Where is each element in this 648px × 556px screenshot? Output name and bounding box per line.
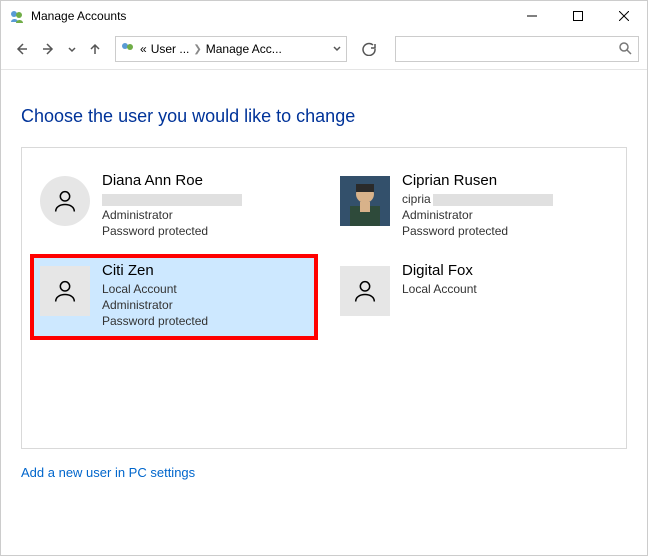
account-info: Ciprian Rusen cipria Administrator Passw… — [402, 172, 553, 242]
accounts-panel: Diana Ann Roe Administrator Password pro… — [21, 147, 627, 449]
content-area: Choose the user you would like to change… — [1, 70, 647, 490]
search-icon[interactable] — [618, 41, 632, 58]
search-input[interactable] — [402, 41, 618, 57]
account-name: Digital Fox — [402, 262, 477, 279]
up-button[interactable] — [83, 37, 107, 61]
forward-button[interactable] — [37, 37, 61, 61]
account-protection: Password protected — [102, 313, 208, 329]
account-card-selected[interactable]: Citi Zen Local Account Administrator Pas… — [34, 258, 314, 336]
search-box[interactable] — [395, 36, 639, 62]
account-info: Citi Zen Local Account Administrator Pas… — [102, 262, 208, 332]
minimize-button[interactable] — [509, 1, 555, 31]
account-name: Citi Zen — [102, 262, 208, 279]
address-bar[interactable]: « User ... ❯ Manage Acc... — [115, 36, 347, 62]
address-icon — [120, 40, 136, 59]
account-card[interactable]: Diana Ann Roe Administrator Password pro… — [34, 168, 314, 246]
breadcrumb-prefix: « — [140, 42, 147, 56]
avatar — [40, 266, 90, 316]
app-icon — [9, 8, 25, 24]
account-protection: Password protected — [402, 223, 553, 239]
account-role: Administrator — [402, 207, 553, 223]
redacted-text — [102, 194, 242, 206]
account-type: Local Account — [402, 281, 477, 297]
breadcrumb-item[interactable]: Manage Acc... — [206, 42, 282, 56]
refresh-button[interactable] — [355, 36, 383, 62]
account-info: Diana Ann Roe Administrator Password pro… — [102, 172, 242, 242]
maximize-button[interactable] — [555, 1, 601, 31]
account-card[interactable]: Ciprian Rusen cipria Administrator Passw… — [334, 168, 614, 246]
window-title: Manage Accounts — [31, 9, 126, 23]
account-email: cipria — [402, 191, 553, 207]
account-email — [102, 191, 242, 207]
add-user-link[interactable]: Add a new user in PC settings — [21, 465, 195, 480]
address-dropdown-button[interactable] — [332, 42, 342, 56]
breadcrumb-item[interactable]: User ... — [151, 42, 190, 56]
window-controls — [509, 1, 647, 31]
account-name: Ciprian Rusen — [402, 172, 553, 189]
account-role: Administrator — [102, 207, 242, 223]
back-button[interactable] — [9, 37, 33, 61]
avatar — [40, 176, 90, 226]
account-protection: Password protected — [102, 223, 242, 239]
avatar — [340, 266, 390, 316]
account-type: Local Account — [102, 281, 208, 297]
close-button[interactable] — [601, 1, 647, 31]
account-role: Administrator — [102, 297, 208, 313]
navigation-toolbar: « User ... ❯ Manage Acc... — [1, 31, 647, 67]
accounts-grid: Diana Ann Roe Administrator Password pro… — [34, 168, 614, 336]
account-card[interactable]: Digital Fox Local Account — [334, 258, 614, 336]
redacted-text — [433, 194, 553, 206]
title-bar: Manage Accounts — [1, 1, 647, 31]
chevron-right-icon[interactable]: ❯ — [193, 44, 201, 55]
recent-locations-button[interactable] — [65, 37, 79, 61]
account-name: Diana Ann Roe — [102, 172, 242, 189]
page-heading: Choose the user you would like to change — [21, 106, 627, 127]
avatar-photo — [340, 176, 390, 226]
account-info: Digital Fox Local Account — [402, 262, 477, 332]
